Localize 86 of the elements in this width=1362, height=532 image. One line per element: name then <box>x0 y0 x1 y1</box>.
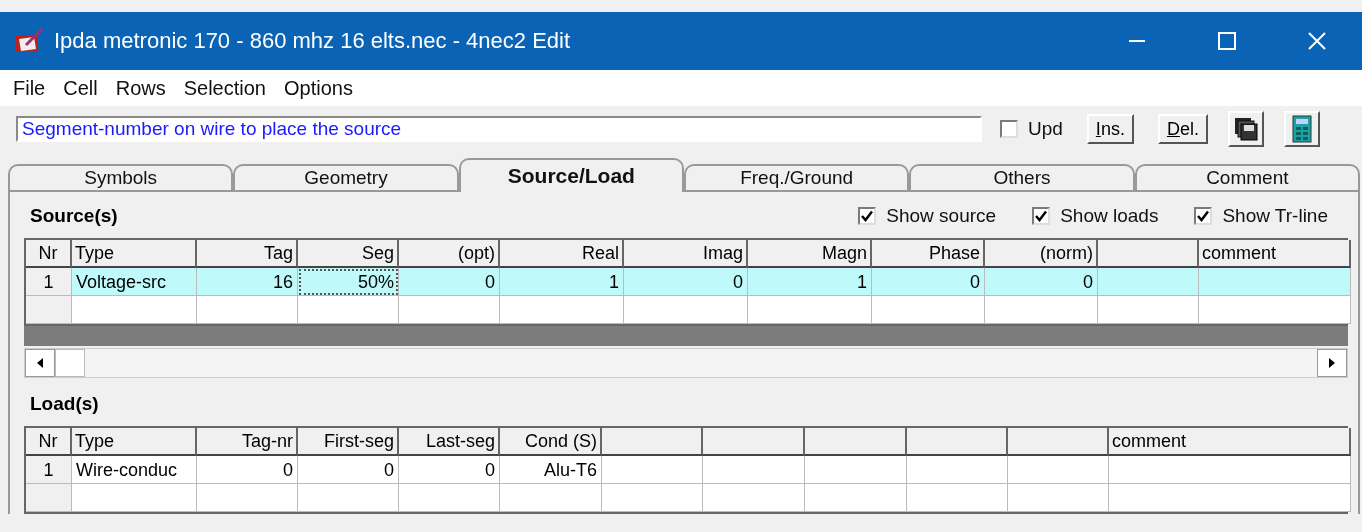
checkbox[interactable] <box>858 207 877 225</box>
checkbox-label: Show source <box>886 205 997 227</box>
menu-item[interactable]: Cell <box>54 76 107 100</box>
table-cell[interactable]: 0 <box>298 456 399 484</box>
column-header[interactable] <box>703 428 805 456</box>
row-number: 1 <box>26 268 72 296</box>
menu-item[interactable]: File <box>4 76 55 100</box>
column-header[interactable]: Nr <box>26 240 72 268</box>
column-header[interactable]: (norm) <box>985 240 1098 268</box>
column-header[interactable]: First-seg <box>298 428 399 456</box>
column-header[interactable]: comment <box>1109 428 1351 456</box>
left-arrow-icon <box>36 358 44 368</box>
table-cell[interactable]: 0 <box>399 456 500 484</box>
table-cell[interactable]: 50% <box>298 268 399 296</box>
table-cell[interactable]: 0 <box>197 456 298 484</box>
tab[interactable]: Comment <box>1134 164 1360 192</box>
insert-button[interactable]: Ins. <box>1086 114 1134 144</box>
tab[interactable]: Symbols <box>8 164 234 192</box>
checkbox-label: Show loads <box>1060 205 1159 227</box>
table-cell[interactable] <box>1008 456 1109 484</box>
column-header[interactable]: Seg <box>298 240 399 268</box>
column-header[interactable] <box>1008 428 1109 456</box>
column-header[interactable]: Tag <box>197 240 298 268</box>
window-title: Ipda metronic 170 - 860 mhz 16 elts.nec - 4nec2 Edit <box>54 28 572 54</box>
column-header[interactable]: Cond (S) <box>500 428 602 456</box>
column-header[interactable]: Type <box>72 240 197 268</box>
hint-field[interactable]: Segment-number on wire to place the source <box>16 116 982 142</box>
maximize-icon[interactable] <box>1218 32 1236 50</box>
floppy-stack-icon[interactable] <box>1227 111 1264 147</box>
table-cell[interactable] <box>1199 268 1351 296</box>
menu-item[interactable]: Selection <box>174 76 275 100</box>
checkbox-label: Upd <box>1028 118 1063 140</box>
table-cell[interactable] <box>1109 456 1351 484</box>
table-cell[interactable]: 0 <box>399 268 500 296</box>
checkbox[interactable] <box>1194 207 1213 225</box>
column-header[interactable]: Real <box>500 240 624 268</box>
right-arrow-icon <box>1328 358 1336 368</box>
scroll-thumb[interactable] <box>55 349 85 377</box>
menu-item[interactable]: Rows <box>106 76 175 100</box>
scroll-left-button[interactable] <box>25 349 55 377</box>
table-cell[interactable]: 1 <box>748 268 872 296</box>
table-cell[interactable]: 0 <box>624 268 748 296</box>
app-icon <box>14 27 44 55</box>
checkbox[interactable] <box>1032 207 1051 225</box>
menu-item[interactable]: Options <box>275 76 362 100</box>
table-cell[interactable] <box>703 456 805 484</box>
row-number: 1 <box>26 456 72 484</box>
column-header[interactable]: Last-seg <box>399 428 500 456</box>
tab[interactable]: Freq./Ground <box>684 164 910 192</box>
delete-button[interactable]: Del. <box>1157 114 1208 144</box>
row-number <box>26 296 72 324</box>
table-cell[interactable]: 0 <box>872 268 985 296</box>
checkbox-label: Show Tr-line <box>1222 205 1328 227</box>
table-cell[interactable] <box>907 456 1008 484</box>
tab[interactable]: Others <box>909 164 1135 192</box>
calculator-icon[interactable] <box>1283 111 1320 147</box>
column-header[interactable]: Tag-nr <box>197 428 298 456</box>
table-cell[interactable]: Voltage-src <box>72 268 197 296</box>
table-cell[interactable]: 16 <box>197 268 298 296</box>
column-header[interactable]: Magn <box>748 240 872 268</box>
column-header[interactable]: Imag <box>624 240 748 268</box>
column-header[interactable] <box>907 428 1008 456</box>
table-cell[interactable]: 1 <box>500 268 624 296</box>
table-cell[interactable]: 0 <box>985 268 1098 296</box>
column-header[interactable]: Nr <box>26 428 72 456</box>
table-cell[interactable] <box>805 456 907 484</box>
column-header[interactable]: comment <box>1199 240 1351 268</box>
column-header[interactable] <box>1098 240 1199 268</box>
tab[interactable]: Source/Load <box>458 158 684 192</box>
column-header[interactable] <box>602 428 703 456</box>
section-title: Source(s) <box>29 205 119 227</box>
table-cell[interactable]: Alu-T6 <box>500 456 602 484</box>
table-cell[interactable]: Wire-conduc <box>72 456 197 484</box>
column-header[interactable]: (opt) <box>399 240 500 268</box>
section-title: Load(s) <box>29 393 100 415</box>
scroll-right-button[interactable] <box>1317 349 1347 377</box>
close-icon[interactable] <box>1308 32 1326 50</box>
table-cell[interactable] <box>602 456 703 484</box>
checkbox[interactable] <box>1000 120 1018 138</box>
row-number <box>26 484 72 512</box>
column-header[interactable]: Type <box>72 428 197 456</box>
horizontal-scrollbar[interactable] <box>24 348 1348 378</box>
column-header[interactable]: Phase <box>872 240 985 268</box>
table-cell[interactable] <box>1098 268 1199 296</box>
tab[interactable]: Geometry <box>233 164 459 192</box>
column-header[interactable] <box>805 428 907 456</box>
